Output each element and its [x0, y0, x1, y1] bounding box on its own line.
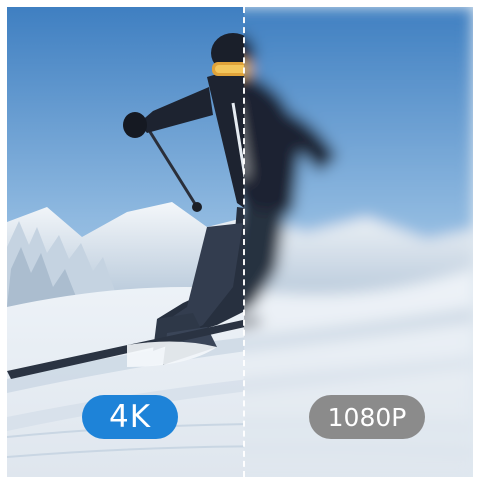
comparison-divider	[243, 7, 245, 477]
badge-1080p-label: 1080P	[327, 402, 407, 432]
comparison-image: 4K 1080P	[7, 7, 473, 477]
badge-4k: 4K	[82, 395, 178, 439]
badge-4k-label: 4K	[108, 399, 152, 435]
badge-1080p: 1080P	[309, 395, 425, 439]
